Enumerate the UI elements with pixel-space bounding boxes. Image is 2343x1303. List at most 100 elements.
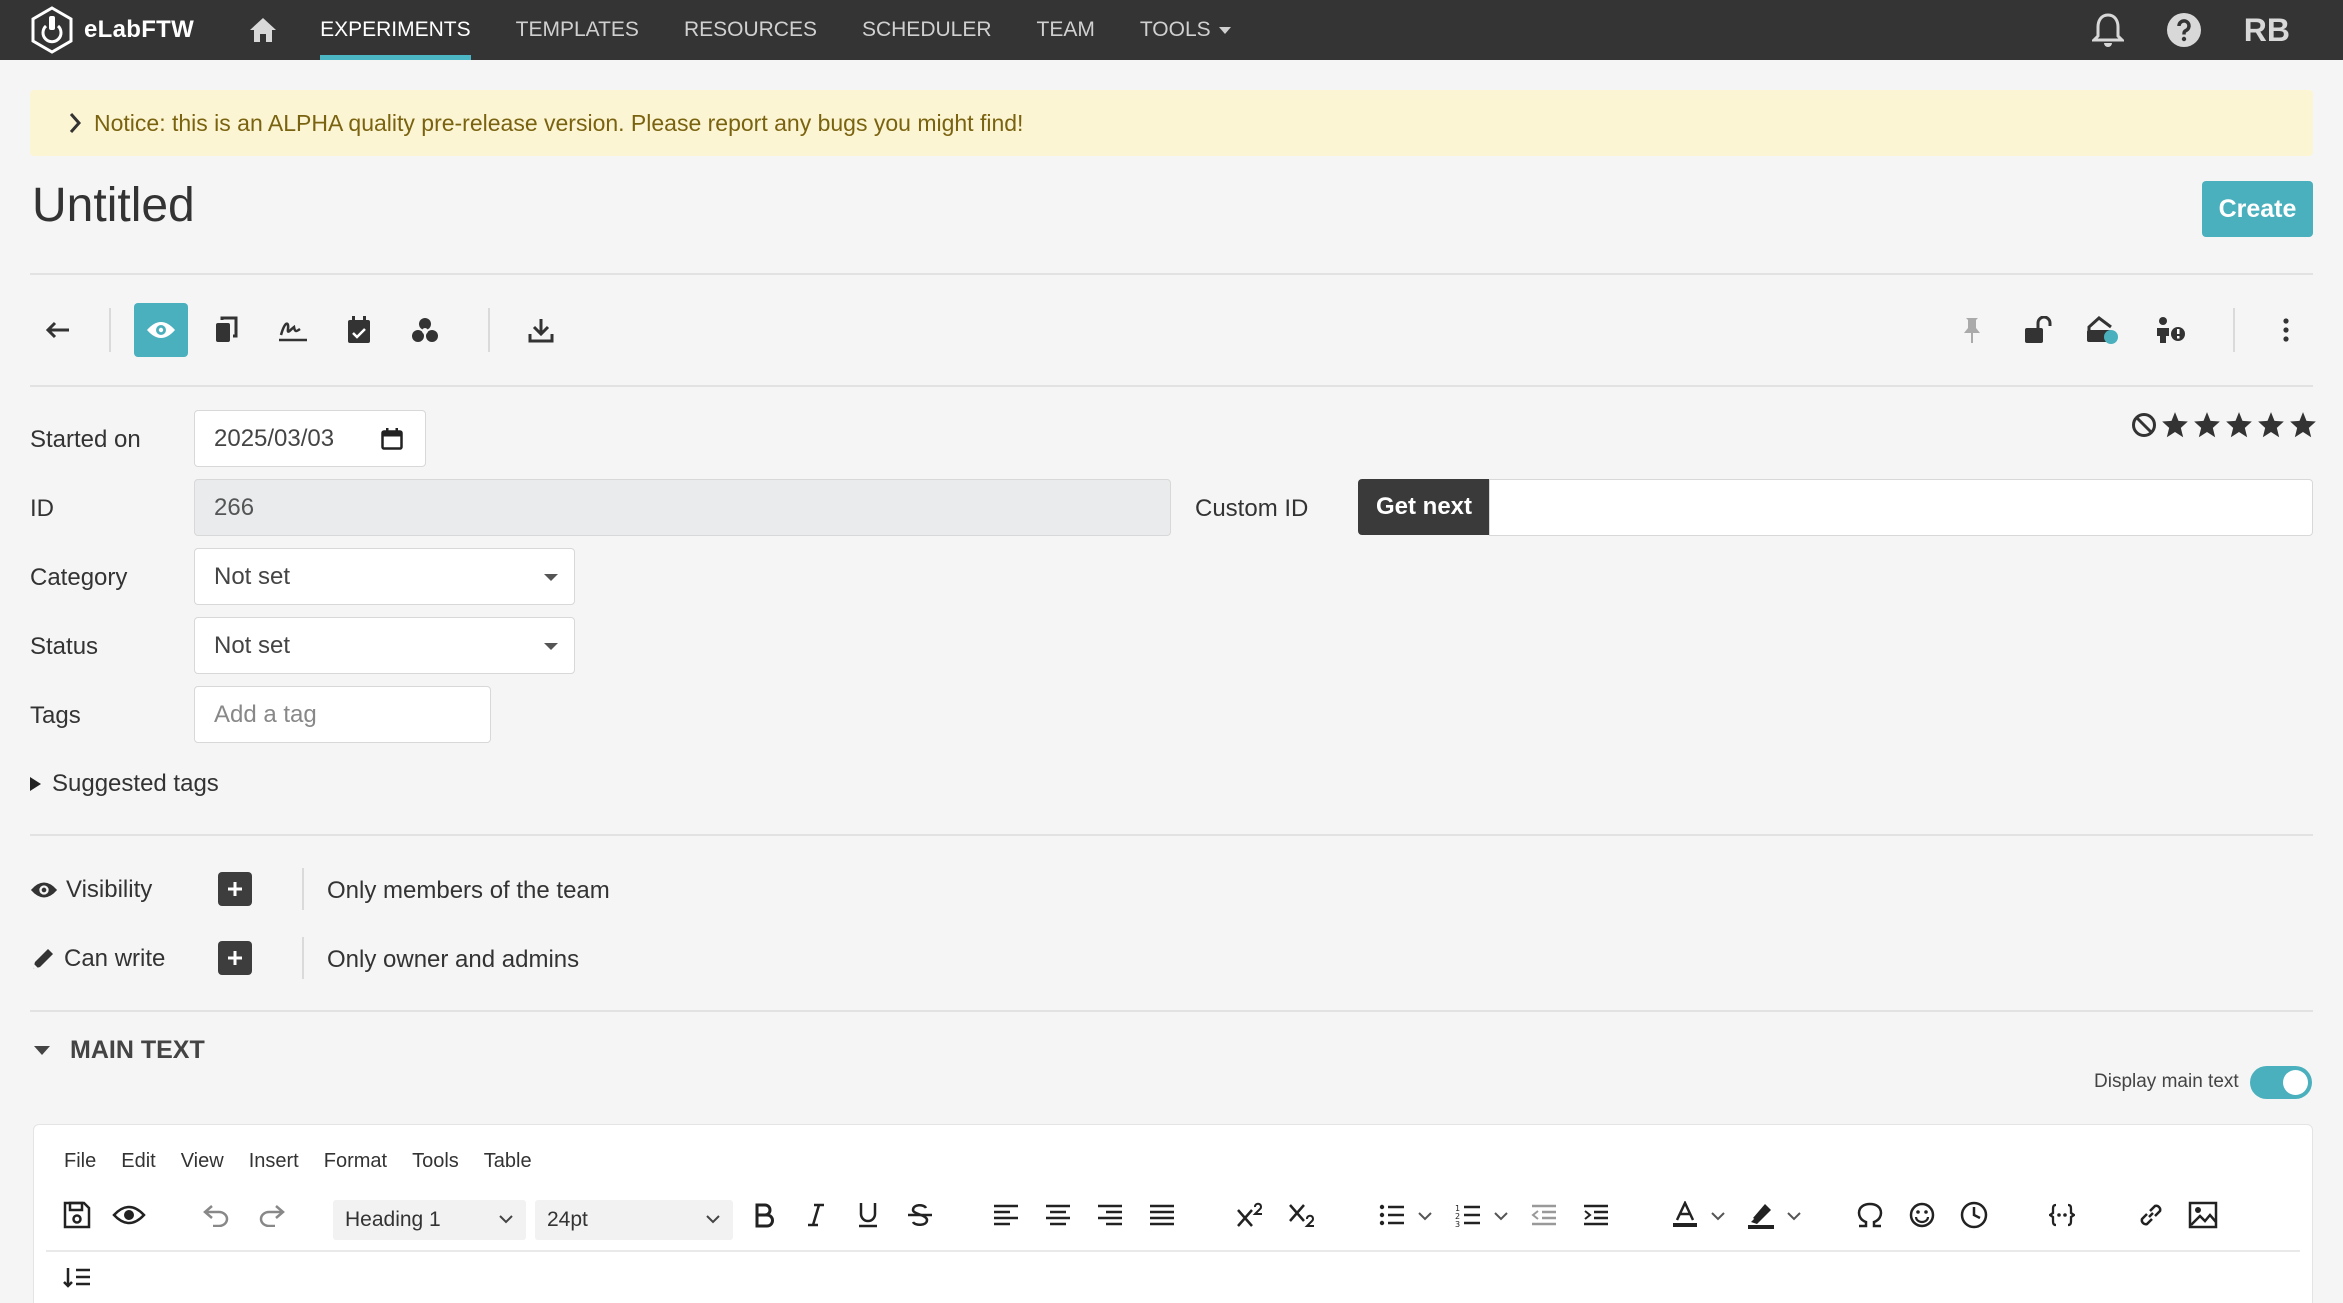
transfer-owner-icon[interactable] xyxy=(2143,303,2197,357)
timestamp-icon[interactable] xyxy=(2076,303,2130,357)
bullet-list-icon[interactable] xyxy=(1372,1195,1412,1235)
help-icon[interactable] xyxy=(2166,12,2202,48)
clock-icon[interactable] xyxy=(1954,1195,1994,1235)
menu-insert[interactable]: Insert xyxy=(249,1150,299,1173)
calendar-picker-icon[interactable] xyxy=(381,428,403,450)
id-field: 266 xyxy=(194,479,1171,536)
add-can-write-button[interactable] xyxy=(218,941,252,975)
subscript-icon[interactable] xyxy=(1283,1195,1323,1235)
star-icon[interactable] xyxy=(2289,411,2317,439)
nav-experiments[interactable]: EXPERIMENTS xyxy=(320,0,471,60)
get-next-button[interactable]: Get next xyxy=(1358,479,1490,535)
line-height-icon[interactable] xyxy=(57,1257,97,1297)
menu-file[interactable]: File xyxy=(64,1150,96,1173)
chevron-down-icon xyxy=(498,1213,514,1225)
chevron-down-icon[interactable] xyxy=(1710,1210,1726,1222)
suggested-tags-toggle[interactable]: Suggested tags xyxy=(30,770,219,798)
can-write-value: Only owner and admins xyxy=(327,946,580,973)
add-visibility-button[interactable] xyxy=(218,872,252,906)
duplicate-icon[interactable] xyxy=(199,303,253,357)
id-label: ID xyxy=(30,495,54,522)
toolbar-separator xyxy=(109,308,111,352)
code-sample-icon[interactable] xyxy=(2042,1195,2082,1235)
preview-icon[interactable] xyxy=(109,1195,149,1235)
menu-tools[interactable]: Tools xyxy=(412,1150,459,1173)
eye-icon[interactable] xyxy=(134,303,188,357)
numbered-list-icon[interactable]: 123 xyxy=(1448,1195,1488,1235)
nav-resources[interactable]: RESOURCES xyxy=(684,0,817,60)
align-center-icon[interactable] xyxy=(1038,1195,1078,1235)
align-justify-icon[interactable] xyxy=(1142,1195,1182,1235)
clear-rating-icon[interactable] xyxy=(2131,412,2157,438)
chevron-down-icon[interactable] xyxy=(1417,1210,1433,1222)
star-icon[interactable] xyxy=(2193,411,2221,439)
align-left-icon[interactable] xyxy=(986,1195,1026,1235)
display-main-text-toggle[interactable] xyxy=(2250,1066,2312,1099)
tags-input[interactable]: Add a tag xyxy=(194,686,491,743)
superscript-icon[interactable] xyxy=(1231,1195,1271,1235)
main-text-section-toggle[interactable]: MAIN TEXT xyxy=(34,1036,205,1065)
star-icon[interactable] xyxy=(2257,411,2285,439)
undo-icon[interactable] xyxy=(196,1195,236,1235)
block-format-select[interactable]: Heading 1 xyxy=(333,1200,526,1240)
menu-table[interactable]: Table xyxy=(484,1150,532,1173)
page-title[interactable]: Untitled xyxy=(32,178,195,233)
italic-icon[interactable] xyxy=(796,1195,836,1235)
permission-separator xyxy=(302,868,304,910)
unlock-icon[interactable] xyxy=(2011,303,2065,357)
chevron-right-icon[interactable] xyxy=(68,112,82,134)
nav-scheduler[interactable]: SCHEDULER xyxy=(862,0,992,60)
brand-link[interactable]: eLabFTW xyxy=(30,6,194,54)
back-arrow-icon[interactable] xyxy=(31,303,85,357)
indent-icon[interactable] xyxy=(1576,1195,1616,1235)
download-icon[interactable] xyxy=(514,303,568,357)
custom-id-input[interactable] xyxy=(1489,479,2313,536)
text-color-icon[interactable] xyxy=(1665,1195,1705,1235)
create-button[interactable]: Create xyxy=(2202,181,2313,237)
linked-icon[interactable] xyxy=(398,303,452,357)
block-format-value: Heading 1 xyxy=(345,1208,441,1231)
divider xyxy=(30,1010,2313,1012)
bell-icon[interactable] xyxy=(2091,12,2124,48)
category-select[interactable]: Not set xyxy=(194,548,575,605)
save-icon[interactable] xyxy=(57,1195,97,1235)
status-select[interactable]: Not set xyxy=(194,617,575,674)
highlight-color-icon[interactable] xyxy=(1741,1195,1781,1235)
sign-icon[interactable] xyxy=(266,303,320,357)
suggested-tags-label: Suggested tags xyxy=(52,770,219,797)
redo-icon[interactable] xyxy=(252,1195,292,1235)
pin-icon[interactable] xyxy=(1945,303,1999,357)
top-navbar: eLabFTW EXPERIMENTS TEMPLATES RESOURCES … xyxy=(0,0,2343,60)
menu-edit[interactable]: Edit xyxy=(121,1150,155,1173)
strikethrough-icon[interactable] xyxy=(900,1195,940,1235)
user-avatar[interactable]: RB xyxy=(2244,12,2290,49)
star-icon[interactable] xyxy=(2225,411,2253,439)
visibility-row: Visibility xyxy=(30,870,152,910)
menu-format[interactable]: Format xyxy=(324,1150,387,1173)
star-icon[interactable] xyxy=(2161,411,2189,439)
custom-id-label: Custom ID xyxy=(1195,495,1309,522)
calendar-icon[interactable] xyxy=(332,303,386,357)
font-size-select[interactable]: 24pt xyxy=(535,1200,733,1240)
special-character-icon[interactable] xyxy=(1850,1195,1890,1235)
caret-right-icon xyxy=(30,777,41,791)
emoji-icon[interactable] xyxy=(1902,1195,1942,1235)
chevron-down-icon[interactable] xyxy=(1786,1210,1802,1222)
menu-view[interactable]: View xyxy=(181,1150,224,1173)
more-vertical-icon[interactable] xyxy=(2259,303,2313,357)
underline-icon[interactable] xyxy=(848,1195,888,1235)
status-value: Not set xyxy=(214,631,291,659)
nav-templates[interactable]: TEMPLATES xyxy=(516,0,639,60)
tags-placeholder: Add a tag xyxy=(214,700,317,728)
outdent-icon[interactable] xyxy=(1524,1195,1564,1235)
bold-icon[interactable] xyxy=(744,1195,784,1235)
status-label: Status xyxy=(30,633,99,660)
chevron-down-icon[interactable] xyxy=(1493,1210,1509,1222)
link-icon[interactable] xyxy=(2131,1195,2171,1235)
home-icon[interactable] xyxy=(246,13,280,47)
image-icon[interactable] xyxy=(2183,1195,2223,1235)
align-right-icon[interactable] xyxy=(1090,1195,1130,1235)
nav-team[interactable]: TEAM xyxy=(1037,0,1095,60)
started-on-date-input[interactable]: 2025/03/03 xyxy=(194,410,426,467)
nav-tools[interactable]: TOOLS xyxy=(1140,0,1231,60)
